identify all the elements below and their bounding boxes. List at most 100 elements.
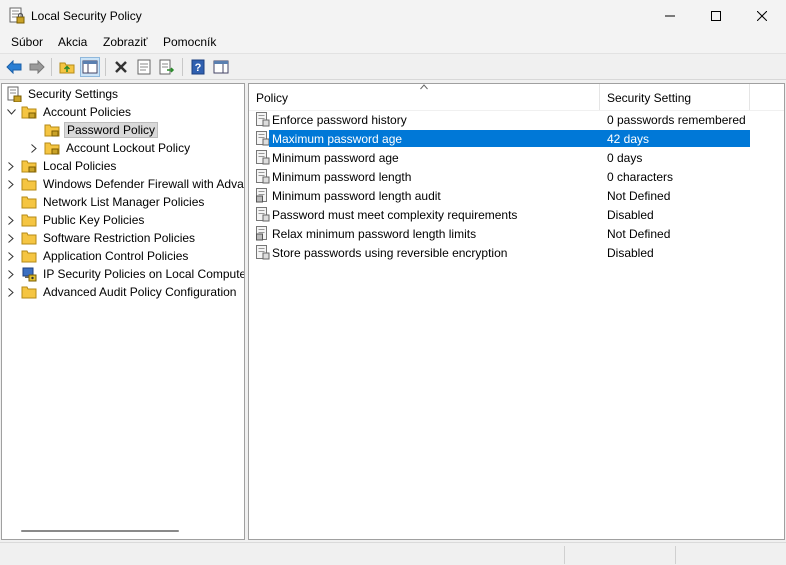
tree-item-network-list-manager[interactable]: Network List Manager Policies xyxy=(6,193,206,211)
policy-icon xyxy=(256,150,270,165)
tree-item-software-restriction-policies[interactable]: Software Restriction Policies xyxy=(6,229,197,247)
console-tree[interactable]: Security Settings Account Policies Passw… xyxy=(1,83,245,540)
policy-icon xyxy=(256,112,270,127)
chevron-right-icon[interactable] xyxy=(6,265,16,283)
list-item[interactable]: Minimum password length 0 characters xyxy=(249,167,784,186)
tree-item-advanced-audit-policy[interactable]: Advanced Audit Policy Configuration xyxy=(6,283,238,301)
window-title: Local Security Policy xyxy=(31,9,142,23)
svg-text:?: ? xyxy=(195,62,202,74)
tree-label: Account Lockout Policy xyxy=(66,141,191,155)
policy-list[interactable]: Policy Security Setting Enforce password… xyxy=(248,83,785,540)
policy-setting: 0 days xyxy=(607,151,643,165)
tree-item-ip-security-policies[interactable]: IP Security Policies on Local Compute xyxy=(6,265,245,283)
tree-item-account-lockout-policy[interactable]: Account Lockout Policy xyxy=(29,139,192,157)
list-item[interactable]: Enforce password history 0 passwords rem… xyxy=(249,110,784,129)
folder-lock-icon xyxy=(44,124,60,137)
list-item[interactable]: Minimum password length audit Not Define… xyxy=(249,186,784,205)
policy-icon xyxy=(256,245,270,260)
minimize-button[interactable] xyxy=(647,0,693,31)
policy-name: Minimum password length audit xyxy=(272,189,441,203)
chevron-right-icon[interactable] xyxy=(6,157,16,175)
chevron-right-icon[interactable] xyxy=(6,175,16,193)
minimize-icon xyxy=(665,15,675,16)
back-button[interactable] xyxy=(4,57,24,77)
menu-file[interactable]: Súbor xyxy=(11,35,43,49)
tree-label: IP Security Policies on Local Compute xyxy=(43,267,245,281)
chevron-right-icon[interactable] xyxy=(6,211,16,229)
tree-label: Password Policy xyxy=(64,122,159,138)
tree-item-public-key-policies[interactable]: Public Key Policies xyxy=(6,211,146,229)
status-bar xyxy=(0,542,786,565)
list-item[interactable]: Relax minimum password length limits Not… xyxy=(249,224,784,243)
tree-label: Public Key Policies xyxy=(43,213,145,227)
list-item[interactable]: Password must meet complexity requiremen… xyxy=(249,205,784,224)
tree-label: Security Settings xyxy=(28,87,119,101)
help-button[interactable]: ? xyxy=(188,57,208,77)
policy-setting: Not Defined xyxy=(607,227,671,241)
horizontal-scrollbar[interactable] xyxy=(21,530,179,532)
security-settings-icon xyxy=(7,86,22,102)
chevron-right-icon[interactable] xyxy=(6,247,16,265)
list-item[interactable]: Minimum password age 0 days xyxy=(249,148,784,167)
policy-setting: Not Defined xyxy=(607,189,671,203)
sort-ascending-icon xyxy=(420,84,428,90)
chevron-right-icon[interactable] xyxy=(6,283,16,301)
show-hide-tree-icon xyxy=(82,60,98,74)
tree-label: Software Restriction Policies xyxy=(43,231,196,245)
tree-item-account-policies[interactable]: Account Policies xyxy=(6,103,133,121)
export-list-button[interactable] xyxy=(157,57,177,77)
properties-icon xyxy=(137,59,151,75)
folder-lock-icon xyxy=(21,160,37,173)
tree-root-security-settings[interactable]: Security Settings xyxy=(6,85,120,103)
up-one-level-button[interactable] xyxy=(57,57,77,77)
column-header-label: Security Setting xyxy=(607,91,692,105)
delete-button[interactable] xyxy=(111,57,131,77)
tree-label: Network List Manager Policies xyxy=(43,195,205,209)
policy-audit-icon xyxy=(256,188,267,203)
policy-setting: 0 passwords remembered xyxy=(607,113,746,127)
maximize-button[interactable] xyxy=(693,0,739,31)
menu-action[interactable]: Akcia xyxy=(58,35,87,49)
policy-setting: Disabled xyxy=(607,208,654,222)
forward-button[interactable] xyxy=(27,57,47,77)
properties-button[interactable] xyxy=(134,57,154,77)
help-icon: ? xyxy=(191,59,205,75)
chevron-right-icon[interactable] xyxy=(29,139,39,157)
up-folder-icon xyxy=(59,62,75,74)
policy-name: Minimum password length xyxy=(272,170,412,184)
tree-item-windows-defender-firewall[interactable]: Windows Defender Firewall with Adva xyxy=(6,175,244,193)
chevron-down-icon[interactable] xyxy=(6,103,16,121)
folder-lock-icon xyxy=(21,106,37,119)
show-hide-tree-button[interactable] xyxy=(80,57,100,77)
policy-icon xyxy=(256,131,270,146)
column-header-label: Policy xyxy=(256,91,289,105)
policy-name: Enforce password history xyxy=(272,113,407,127)
tree-label: Application Control Policies xyxy=(43,249,189,263)
folder-lock-icon xyxy=(44,142,60,155)
tree-label: Advanced Audit Policy Configuration xyxy=(43,285,237,299)
chevron-right-icon[interactable] xyxy=(6,229,16,247)
menu-view[interactable]: Zobraziť xyxy=(103,35,148,49)
policy-icon xyxy=(256,169,270,184)
list-item[interactable]: Maximum password age 42 days xyxy=(249,129,784,148)
toolbar: ? xyxy=(0,54,786,80)
column-header-security-setting[interactable]: Security Setting xyxy=(600,84,750,110)
forward-arrow-icon xyxy=(29,60,45,74)
tree-item-application-control-policies[interactable]: Application Control Policies xyxy=(6,247,190,265)
folder-icon xyxy=(21,286,37,299)
show-hide-action-pane-icon xyxy=(213,60,229,74)
security-policy-icon xyxy=(9,7,25,24)
policy-name: Password must meet complexity requiremen… xyxy=(272,208,518,222)
folder-icon xyxy=(21,232,37,245)
tree-label: Account Policies xyxy=(43,105,132,119)
policy-name: Store passwords using reversible encrypt… xyxy=(272,246,508,260)
menu-help[interactable]: Pomocník xyxy=(163,35,216,49)
list-item[interactable]: Store passwords using reversible encrypt… xyxy=(249,243,784,262)
menu-bar: Súbor Akcia Zobraziť Pomocník xyxy=(0,31,786,54)
tree-item-local-policies[interactable]: Local Policies xyxy=(6,157,118,175)
policy-name: Maximum password age xyxy=(269,130,600,147)
show-hide-action-pane-button[interactable] xyxy=(211,57,231,77)
ip-security-icon xyxy=(22,267,37,282)
tree-item-password-policy[interactable]: Password Policy xyxy=(29,121,159,139)
close-button[interactable] xyxy=(739,0,785,31)
